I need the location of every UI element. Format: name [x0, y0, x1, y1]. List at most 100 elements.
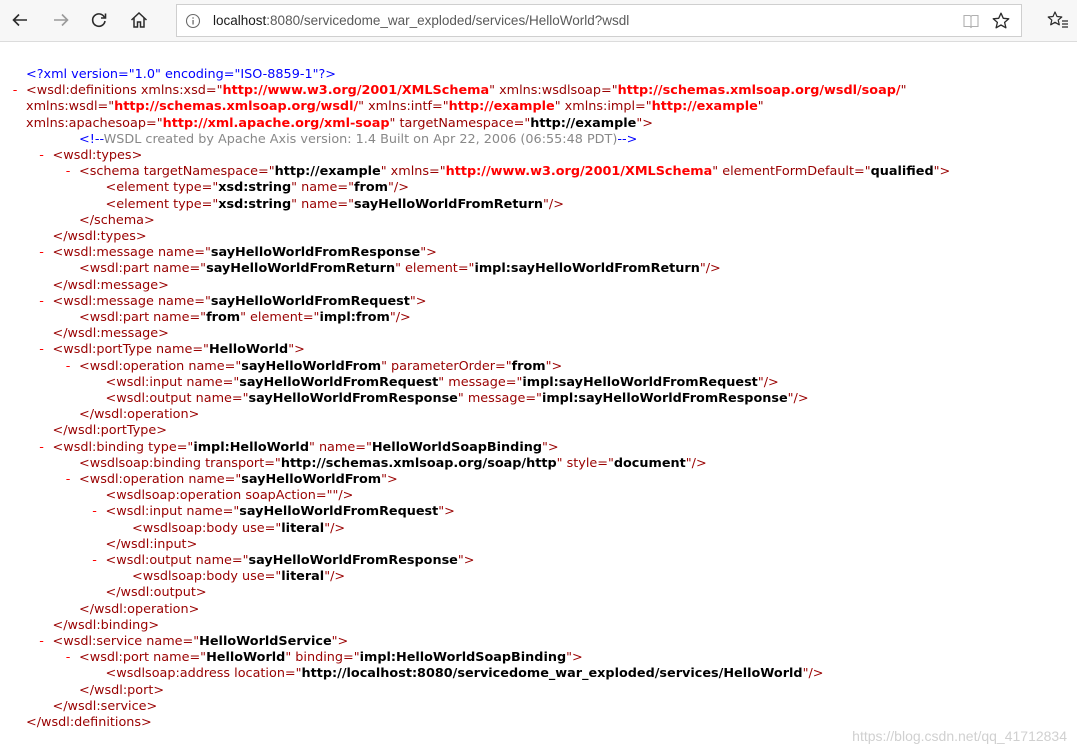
home-icon: [129, 10, 149, 30]
collapse-toggle[interactable]: -: [63, 164, 73, 180]
favorites-hub-icon[interactable]: [1047, 10, 1069, 34]
xml-token: transport=": [205, 455, 281, 471]
xml-token: ">: [381, 472, 398, 487]
xml-token: <!--: [79, 131, 104, 147]
collapse-toggle[interactable]: -: [63, 472, 73, 488]
xml-code: xmlns:apachesoap="http://xml.apache.org/…: [26, 116, 653, 132]
xml-code: <wsdl:output name="sayHelloWorldFromResp…: [106, 391, 809, 407]
xml-token: "/>: [388, 180, 409, 196]
collapse-toggle[interactable]: -: [37, 634, 47, 650]
xml-token: "/>: [699, 261, 721, 277]
xml-code: <wsdl:operation name="sayHelloWorldFrom"…: [79, 472, 398, 488]
xml-code: <wsdlsoap:address location="http://local…: [106, 666, 824, 682]
xml-token: from: [511, 358, 546, 374]
xml-token: impl:from: [319, 310, 390, 325]
xml-token: ": [900, 83, 907, 99]
xml-code: <wsdl:input name="sayHelloWorldFromReque…: [106, 375, 779, 391]
xml-token: " style=": [556, 455, 614, 471]
collapse-toggle[interactable]: -: [37, 245, 47, 261]
xml-token: <wsdlsoap:binding: [79, 455, 206, 471]
collapse-toggle[interactable]: -: [37, 294, 47, 310]
xml-token: </wsdl:input>: [105, 536, 198, 552]
xml-code: </wsdl:output>: [106, 585, 207, 601]
xml-token: <wsdl:service: [52, 634, 147, 649]
xml-code: </schema>: [79, 213, 155, 229]
xml-token: name=": [153, 650, 207, 666]
xml-token: name=": [195, 553, 249, 568]
collapse-toggle[interactable]: -: [63, 359, 73, 375]
xml-token: </wsdl:port>: [79, 682, 165, 698]
refresh-button[interactable]: [84, 5, 114, 35]
xml-token: http://example: [448, 99, 555, 115]
info-icon[interactable]: [185, 13, 201, 33]
xml-code: <element type="xsd:string" name="sayHell…: [106, 197, 564, 213]
xml-code: <schema targetNamespace="http://example"…: [79, 164, 950, 180]
xml-token: "/>: [324, 520, 346, 536]
xml-token: ">: [409, 293, 427, 309]
collapse-toggle[interactable]: -: [37, 440, 47, 456]
xml-code: <wsdl:service name="HelloWorldService">: [53, 634, 349, 650]
xml-token: <wsdl:input: [105, 374, 187, 390]
xml-code: <wsdl:portType name="HelloWorld">: [53, 342, 305, 358]
xml-token: sayHelloWorldFromResponse: [248, 553, 458, 568]
xml-token: sayHelloWorldFrom: [241, 358, 382, 374]
xml-code: </wsdl:definitions>: [26, 715, 152, 731]
xml-token: </wsdl:operation>: [79, 601, 200, 617]
collapse-toggle[interactable]: -: [90, 553, 100, 569]
collapse-toggle[interactable]: -: [63, 650, 73, 666]
back-button[interactable]: [5, 5, 35, 35]
forward-button[interactable]: [46, 5, 76, 35]
xml-token: location=": [234, 666, 302, 682]
xml-token: "/>: [802, 666, 824, 682]
xml-token: " xmlns:wsdlsoap=": [489, 83, 618, 99]
xml-token: "/>: [332, 488, 354, 504]
collapse-toggle[interactable]: -: [90, 504, 100, 520]
xml-code: </wsdl:types>: [53, 229, 147, 245]
xml-token: sayHelloWorldFrom: [241, 472, 382, 487]
xml-code: <element type="xsd:string" name="from"/>: [106, 180, 409, 196]
favorite-star-icon[interactable]: [991, 11, 1011, 35]
xml-token: type=": [148, 439, 194, 455]
xml-token: http://www.w3.org/2001/XMLSchema: [222, 83, 490, 99]
url-text[interactable]: localhost:8080/servicedome_war_exploded/…: [213, 5, 629, 36]
collapse-toggle[interactable]: -: [37, 342, 47, 358]
xml-token: name=": [156, 342, 209, 358]
xml-token: document: [613, 455, 686, 471]
xml-token: " parameterOrder=": [381, 358, 512, 374]
address-bar[interactable]: localhost:8080/servicedome_war_exploded/…: [176, 4, 1022, 37]
xml-token: impl:HelloWorld: [193, 439, 309, 455]
xml-code: <wsdl:definitions xmlns:xsd="http://www.…: [26, 83, 906, 99]
xml-token: http://schemas.xmlsoap.org/wsdl/: [114, 99, 359, 115]
xml-token: ">: [420, 245, 437, 261]
xml-code: </wsdl:binding>: [53, 618, 160, 634]
home-button[interactable]: [124, 5, 154, 35]
xml-token: sayHelloWorldFromReturn: [353, 196, 543, 212]
url-path: :8080/servicedome_war_exploded/services/…: [266, 13, 630, 28]
xml-token: </wsdl:binding>: [52, 617, 160, 633]
xml-token: <wsdl:port: [79, 650, 154, 666]
xml-token: <element: [105, 180, 174, 196]
xml-token: sayHelloWorldFromResponse: [248, 391, 458, 406]
xml-token: </wsdl:message>: [52, 277, 169, 293]
xml-token: "/>: [757, 374, 779, 390]
xml-token: from: [206, 310, 241, 325]
xml-token: name=": [188, 472, 242, 487]
xml-token: ">: [331, 634, 349, 649]
xml-token: name=": [186, 504, 240, 520]
xml-token: " targetNamespace=": [389, 115, 531, 131]
collapse-toggle[interactable]: -: [37, 148, 47, 164]
xml-token: name=": [153, 310, 207, 325]
xml-token: "/>: [685, 455, 707, 471]
xml-code: </wsdl:operation>: [79, 602, 199, 618]
reading-view-icon[interactable]: [962, 12, 980, 34]
xml-token: -->: [617, 131, 638, 147]
forward-arrow-icon: [51, 10, 71, 30]
xml-token: xsd:string: [218, 196, 292, 212]
xml-token: ">: [933, 164, 951, 180]
collapse-toggle[interactable]: -: [10, 83, 20, 99]
xml-token: from: [353, 180, 388, 196]
xml-token: <wsdl:output: [105, 391, 196, 406]
xml-token: ">: [566, 650, 583, 666]
xml-token: WSDL created by Apache Axis version: 1.4…: [103, 131, 618, 147]
xml-token: <wsdlsoap:body: [132, 520, 243, 536]
